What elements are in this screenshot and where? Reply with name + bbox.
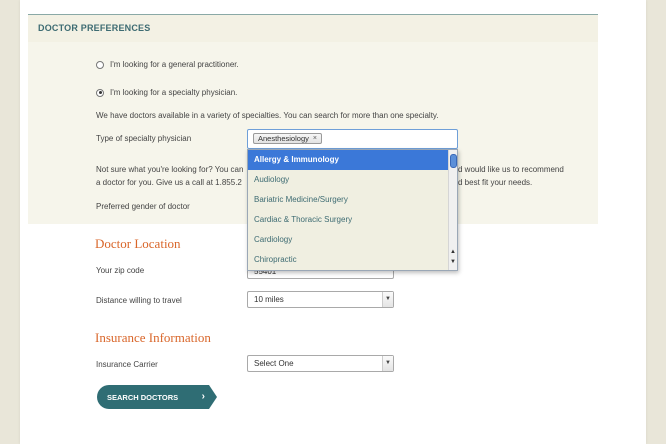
dropdown-option[interactable]: Allergy & Immunology xyxy=(248,150,450,170)
radio-button-checked[interactable] xyxy=(96,88,104,97)
not-sure-text-line2-left: a doctor for you. Give us a call at 1.85… xyxy=(96,178,242,187)
chevron-right-icon: › xyxy=(201,391,205,402)
doctor-location-heading: Doctor Location xyxy=(95,236,181,251)
carrier-label: Insurance Carrier xyxy=(96,360,158,369)
tag-label: Anesthesiology xyxy=(258,133,309,143)
section-title: DOCTOR PREFERENCES xyxy=(38,23,151,33)
not-sure-text-line1-left: Not sure what you're looking for? You ca… xyxy=(96,165,244,174)
dropdown-scrollbar[interactable]: ▲ ▼ xyxy=(448,150,457,270)
radio-specialty-label: I'm looking for a specialty physician. xyxy=(110,88,238,97)
carrier-select[interactable]: Select One ▼ xyxy=(247,355,394,372)
selected-specialty-tag: Anesthesiology × xyxy=(253,133,322,144)
dropdown-option[interactable]: Cardiac & Thoracic Surgery xyxy=(248,210,450,230)
radio-general-practitioner[interactable]: I'm looking for a general practitioner. xyxy=(96,60,239,69)
specialty-multiselect[interactable]: Anesthesiology × xyxy=(247,129,458,149)
distance-label: Distance willing to travel xyxy=(96,296,182,305)
carrier-value: Select One xyxy=(254,359,294,368)
dropdown-option[interactable]: Audiology xyxy=(248,170,450,190)
specialty-dropdown-list[interactable]: Allergy & Immunology Audiology Bariatric… xyxy=(247,149,458,271)
not-sure-text-line1-right: d would like us to recommend xyxy=(458,165,564,174)
dropdown-option[interactable]: Cardiology xyxy=(248,230,450,250)
distance-value: 10 miles xyxy=(254,295,284,304)
radio-general-label: I'm looking for a general practitioner. xyxy=(110,60,239,69)
zip-label: Your zip code xyxy=(96,266,145,275)
specialty-info-text: We have doctors available in a variety o… xyxy=(96,111,439,120)
insurance-heading: Insurance Information xyxy=(95,330,211,345)
search-button-label: SEARCH DOCTORS xyxy=(107,392,179,402)
chevron-down-icon: ▼ xyxy=(382,356,393,371)
button-arrow-tip xyxy=(209,385,217,409)
arrow-up-icon[interactable]: ▲ xyxy=(450,248,456,256)
dropdown-option[interactable]: Bariatric Medicine/Surgery xyxy=(248,190,450,210)
chevron-down-icon: ▼ xyxy=(382,292,393,307)
dropdown-option[interactable]: Chiropractic xyxy=(248,250,450,270)
search-doctors-button[interactable]: SEARCH DOCTORS › xyxy=(97,385,217,409)
radio-specialty-physician[interactable]: I'm looking for a specialty physician. xyxy=(96,88,237,97)
tag-remove-icon[interactable]: × xyxy=(313,134,317,144)
scrollbar-thumb[interactable] xyxy=(450,154,457,168)
not-sure-text-line2-right: d best fit your needs. xyxy=(458,178,533,187)
specialty-label: Type of specialty physician xyxy=(96,134,192,143)
arrow-down-icon[interactable]: ▼ xyxy=(450,258,456,266)
radio-button-unchecked[interactable] xyxy=(96,60,104,69)
distance-select[interactable]: 10 miles ▼ xyxy=(247,291,394,308)
gender-label: Preferred gender of doctor xyxy=(96,202,190,211)
doctor-preferences-header: DOCTOR PREFERENCES xyxy=(28,14,598,42)
